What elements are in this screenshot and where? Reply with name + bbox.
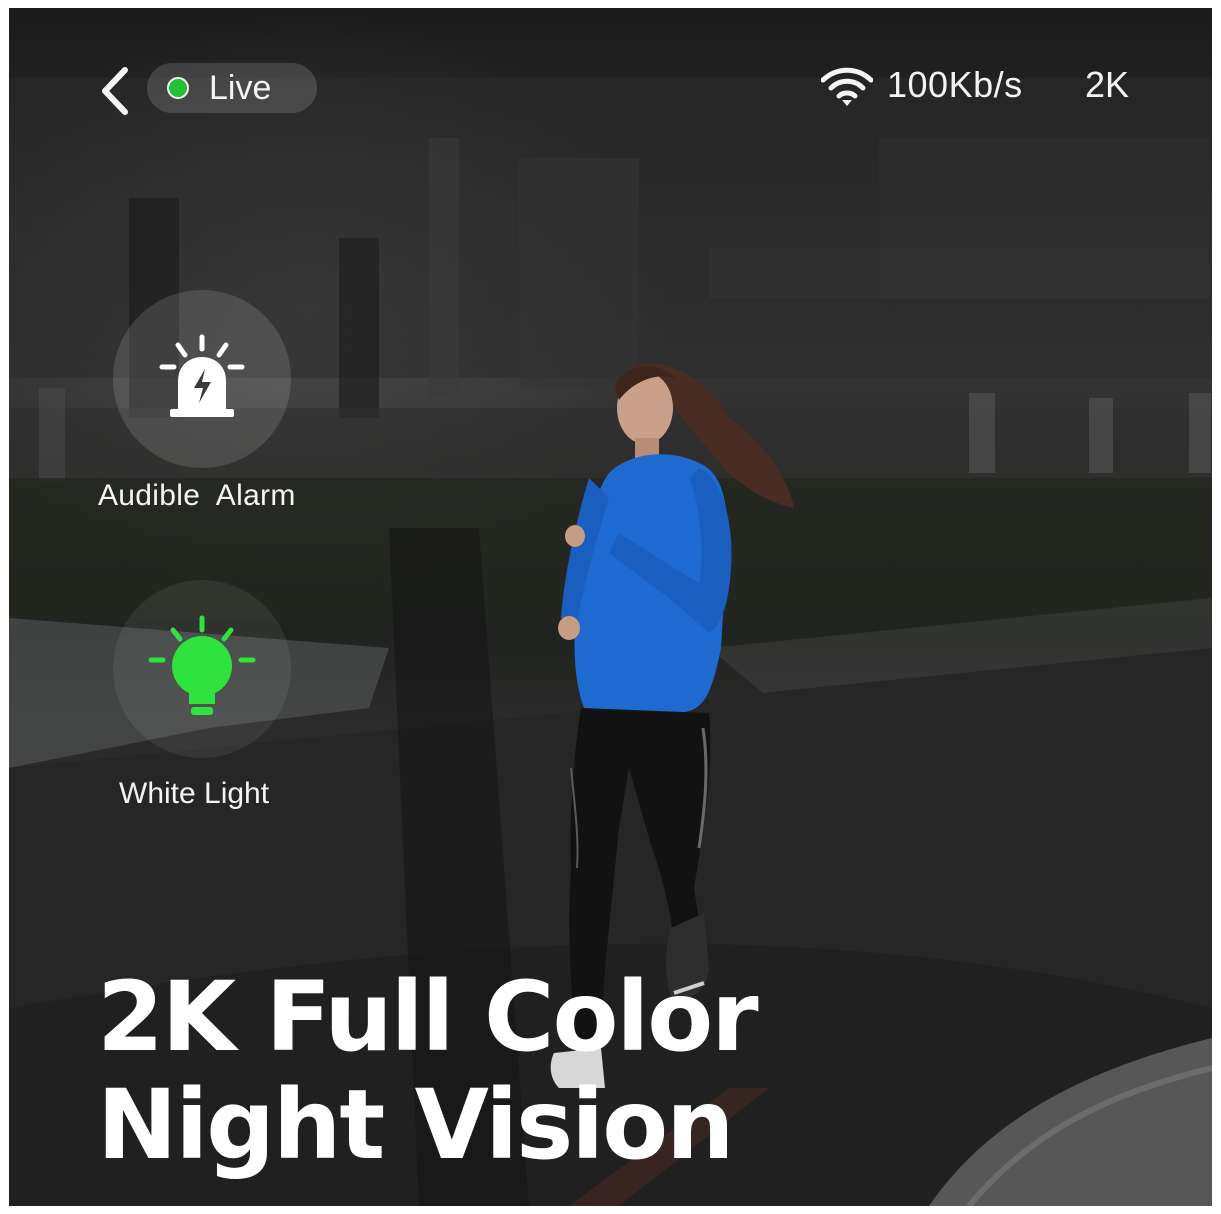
live-label: Live bbox=[209, 68, 272, 107]
live-indicator-dot bbox=[167, 77, 189, 99]
back-button[interactable] bbox=[93, 64, 137, 118]
camera-live-view: Live 100Kb/s 2K Audible Alarm White Ligh… bbox=[9, 8, 1212, 1206]
siren-icon bbox=[159, 334, 245, 417]
white-light-label: White Light bbox=[119, 777, 270, 810]
live-status-pill[interactable]: Live bbox=[147, 63, 317, 113]
white-light-button[interactable] bbox=[113, 580, 291, 758]
headline: 2K Full Color Night Vision bbox=[97, 961, 759, 1181]
headline-line-2: Night Vision bbox=[97, 1069, 734, 1181]
back-chevron-icon bbox=[102, 67, 128, 115]
light-bulb-icon bbox=[148, 615, 256, 715]
wifi-icon bbox=[821, 67, 873, 106]
audible-alarm-button[interactable] bbox=[113, 290, 291, 468]
resolution-toggle[interactable]: 2K bbox=[1085, 64, 1129, 106]
audible-alarm-label: Audible Alarm bbox=[98, 479, 296, 512]
headline-line-1: 2K Full Color bbox=[97, 961, 759, 1073]
bitrate-readout: 100Kb/s bbox=[887, 64, 1023, 105]
